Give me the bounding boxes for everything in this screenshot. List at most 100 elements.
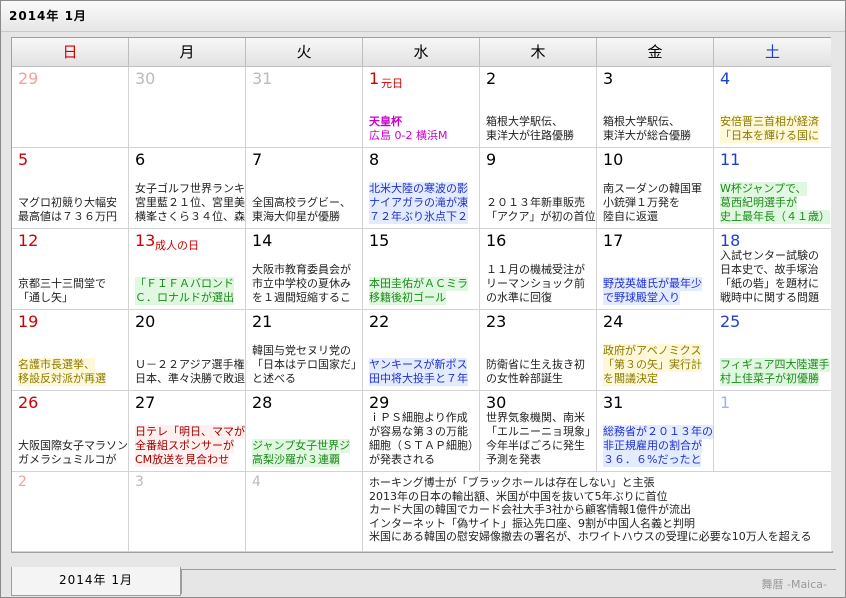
event-text: 戦時中に関する問題 bbox=[720, 291, 819, 304]
day-cell[interactable]: 20 Ｕ－２２アジア選手権 日本、準々決勝で敗退 bbox=[129, 310, 246, 391]
day-cell[interactable]: 7 全国高校ラグビー、 東海大仰星が優勝 bbox=[246, 148, 363, 229]
event-text: 名護市長選挙、 bbox=[18, 358, 95, 372]
day-number: 18 bbox=[720, 231, 741, 250]
day-cell[interactable]: 19 名護市長選挙、 移設反対派が再選 bbox=[12, 310, 129, 391]
day-cell[interactable]: 10 南スーダンの韓国軍 小銃弾１万発を 陸自に返還 bbox=[597, 148, 714, 229]
event-text: 「アクア」が初の首位 bbox=[486, 210, 596, 223]
day-cell[interactable]: 15 本田圭佑がＡＣミラ 移籍後初ゴール bbox=[363, 229, 480, 310]
day-cell[interactable]: 21 韓国与党セヌリ党の 「日本はテロ国家だ」 と述べる bbox=[246, 310, 363, 391]
day-cell[interactable]: 27 日テレ「明日、ママが 全番組スポンサーが CM放送を見合わせ bbox=[129, 391, 246, 472]
event-text: 「第３の矢」実行計 bbox=[603, 358, 702, 372]
day-number: 29 bbox=[369, 393, 390, 412]
day-cell[interactable]: 23 防衛省に生え抜き初 の女性幹部誕生 bbox=[480, 310, 597, 391]
day-cell[interactable]: 11 W杯ジャンプで、 葛西紀明選手が 史上最年長（４１歳） bbox=[714, 148, 832, 229]
day-number: 6 bbox=[135, 150, 146, 169]
tab-strip bbox=[181, 569, 836, 594]
news-summary-cell: ホーキング博士が「ブラックホールは存在しない」と主張 2013年の日本の輸出額、米… bbox=[363, 472, 832, 552]
day-cell[interactable]: 29 ｉＰＳ細胞より作成 が容易な第３の万能 細胞（ＳＴＡＰ細胞） が発表される bbox=[363, 391, 480, 472]
day-number: 31 bbox=[252, 69, 273, 88]
day-cell[interactable]: 26 大阪国際女子マラソン ガメラシュミルコが bbox=[12, 391, 129, 472]
day-cell[interactable]: 18 入試センター試験の 日本史で、故手塚治 「紙の砦」を題材に 戦時中に関する問題 bbox=[714, 229, 832, 310]
day-cell[interactable]: 5 マグロ初競り大幅安 最高値は７３６万円 bbox=[12, 148, 129, 229]
day-cell[interactable]: 28 ジャンプ女子世界ジ 高梨沙羅が３連覇 bbox=[246, 391, 363, 472]
day-cell[interactable]: 24 政府がアベノミクス 「第３の矢」実行計 を閣議決定 bbox=[597, 310, 714, 391]
event-text: 箱根大学駅伝、 bbox=[603, 115, 680, 128]
event-text: 村上佳菜子が初優勝 bbox=[720, 372, 819, 386]
day-cell[interactable]: 12 京都三十三間堂で 「通し矢」 bbox=[12, 229, 129, 310]
day-cell[interactable]: 8 北米大陸の寒波の影 ナイアガラの滝が凍 ７２年ぶり氷点下２ bbox=[363, 148, 480, 229]
event-text: 防衛省に生え抜き初 bbox=[486, 358, 585, 371]
day-cell[interactable]: 2 bbox=[12, 472, 129, 552]
event-text: ヤンキースが新ポス bbox=[369, 358, 468, 372]
event-text: で野球殿堂入り bbox=[603, 291, 680, 305]
event-text: 細胞（ＳＴＡＰ細胞） bbox=[369, 439, 479, 452]
day-number: 3 bbox=[603, 69, 614, 88]
day-cell[interactable]: 1 bbox=[714, 391, 832, 472]
day-cell[interactable]: 13 成人の日 「ＦＩＦＡバロンド Ｃ．ロナルドが選出 bbox=[129, 229, 246, 310]
event-text: 大阪国際女子マラソン bbox=[18, 439, 128, 452]
tab-current-month[interactable]: 2014年 1月 bbox=[11, 567, 181, 596]
event-text: 本田圭佑がＡＣミラ bbox=[369, 277, 468, 291]
day-number: 10 bbox=[603, 150, 624, 169]
event-text: を閣議決定 bbox=[603, 372, 658, 386]
day-number: 30 bbox=[486, 393, 507, 412]
day-cell[interactable]: 16 １１月の機械受注が リーマンショック前 の水準に回復 bbox=[480, 229, 597, 310]
event-text: 京都三十三間堂で bbox=[18, 277, 106, 290]
event-text: 全国高校ラグビー、 bbox=[252, 196, 351, 209]
event-text: 日本、準々決勝で敗退 bbox=[135, 372, 245, 385]
event-text: 南スーダンの韓国軍 bbox=[603, 182, 702, 195]
day-cell[interactable]: 2 箱根大学駅伝、 東洋大が往路優勝 bbox=[480, 67, 597, 148]
day-cell[interactable]: 14 大阪市教育委員会が 市立中学校の夏休み を１週間短縮するこ bbox=[246, 229, 363, 310]
day-number: 17 bbox=[603, 231, 624, 250]
event-text: 市立中学校の夏休み bbox=[252, 277, 351, 290]
day-cell[interactable]: 3 箱根大学駅伝、 東洋大が総合優勝 bbox=[597, 67, 714, 148]
day-cell[interactable]: 30 bbox=[129, 67, 246, 148]
day-cell[interactable]: 17 野茂英雄氏が最年少 で野球殿堂入り bbox=[597, 229, 714, 310]
event-text: 箱根大学駅伝、 bbox=[486, 115, 563, 128]
event-text: ｉＰＳ細胞より作成 bbox=[369, 411, 468, 424]
holiday-label: 元日 bbox=[381, 77, 403, 90]
event-text: 「日本はテロ国家だ」 bbox=[252, 358, 362, 371]
weekday-header: 火 bbox=[246, 38, 363, 66]
event-text: 移設反対派が再選 bbox=[18, 372, 106, 386]
tab-bar: 2014年 1月 舞暦 -Maica- bbox=[1, 567, 845, 597]
day-cell[interactable]: 4 安倍晋三首相が経済 「日本を輝ける国に bbox=[714, 67, 832, 148]
day-cell[interactable]: 30 世界気象機関、南米 「エルニーニョ現象」 今年半ばごろに発生 予測を発表 bbox=[480, 391, 597, 472]
day-number: 23 bbox=[486, 312, 507, 331]
day-number: 2 bbox=[486, 69, 497, 88]
event-text: 世界気象機関、南米 bbox=[486, 411, 585, 424]
day-cell[interactable]: 22 ヤンキースが新ポス 田中将大投手と７年 bbox=[363, 310, 480, 391]
event-text: 野茂英雄氏が最年少 bbox=[603, 277, 702, 291]
event-text: 東洋大が総合優勝 bbox=[603, 129, 691, 142]
event-text: 今年半ばごろに発生 bbox=[486, 439, 585, 452]
event-text: 高梨沙羅が３連覇 bbox=[252, 453, 340, 467]
day-number: 26 bbox=[18, 393, 39, 412]
window-title: 2014年 1月 bbox=[9, 9, 87, 23]
day-number: 15 bbox=[369, 231, 390, 250]
weekday-header: 水 bbox=[363, 38, 480, 66]
event-text: 横峯さくら３４位、森 bbox=[135, 210, 245, 223]
day-cell[interactable]: 6 女子ゴルフ世界ランキ 宮里藍２１位、宮里美 横峯さくら３４位、森 bbox=[129, 148, 246, 229]
event-text: 最高値は７３６万円 bbox=[18, 210, 117, 223]
day-cell[interactable]: 4 bbox=[246, 472, 363, 552]
day-cell[interactable]: 1 元日 天皇杯 広島 0-2 横浜M bbox=[363, 67, 480, 148]
event-text: が発表される bbox=[369, 453, 435, 466]
news-line: インターネット「偽サイト」振込先口座、9割が中国人名義と判明 bbox=[369, 516, 695, 530]
day-number: 2 bbox=[18, 474, 27, 490]
calendar-window: 2014年 1月 日月火水木金土 29 30 31 1 元日 天皇杯 広島 0-2 横浜M 2… bbox=[0, 0, 846, 598]
weekday-header: 土 bbox=[714, 38, 832, 66]
day-number: 11 bbox=[720, 150, 741, 169]
day-cell[interactable]: 29 bbox=[12, 67, 129, 148]
event-text: Ｕ－２２アジア選手権 bbox=[135, 358, 245, 371]
day-cell[interactable]: 9 ２０１３年新車販売 「アクア」が初の首位 bbox=[480, 148, 597, 229]
day-cell[interactable]: 25 フィギュア四大陸選手 村上佳菜子が初優勝 bbox=[714, 310, 832, 391]
day-number: 27 bbox=[135, 393, 156, 412]
day-number: 29 bbox=[18, 69, 39, 88]
day-cell[interactable]: 31 bbox=[246, 67, 363, 148]
day-number: 31 bbox=[603, 393, 624, 412]
day-number: 20 bbox=[135, 312, 156, 331]
holiday-label: 成人の日 bbox=[155, 239, 199, 252]
event-text: 「ＦＩＦＡバロンド bbox=[135, 277, 234, 291]
day-cell[interactable]: 3 bbox=[129, 472, 246, 552]
day-cell[interactable]: 31 総務省が２０１３年の 非正規雇用の割合が ３６．６%だったと bbox=[597, 391, 714, 472]
